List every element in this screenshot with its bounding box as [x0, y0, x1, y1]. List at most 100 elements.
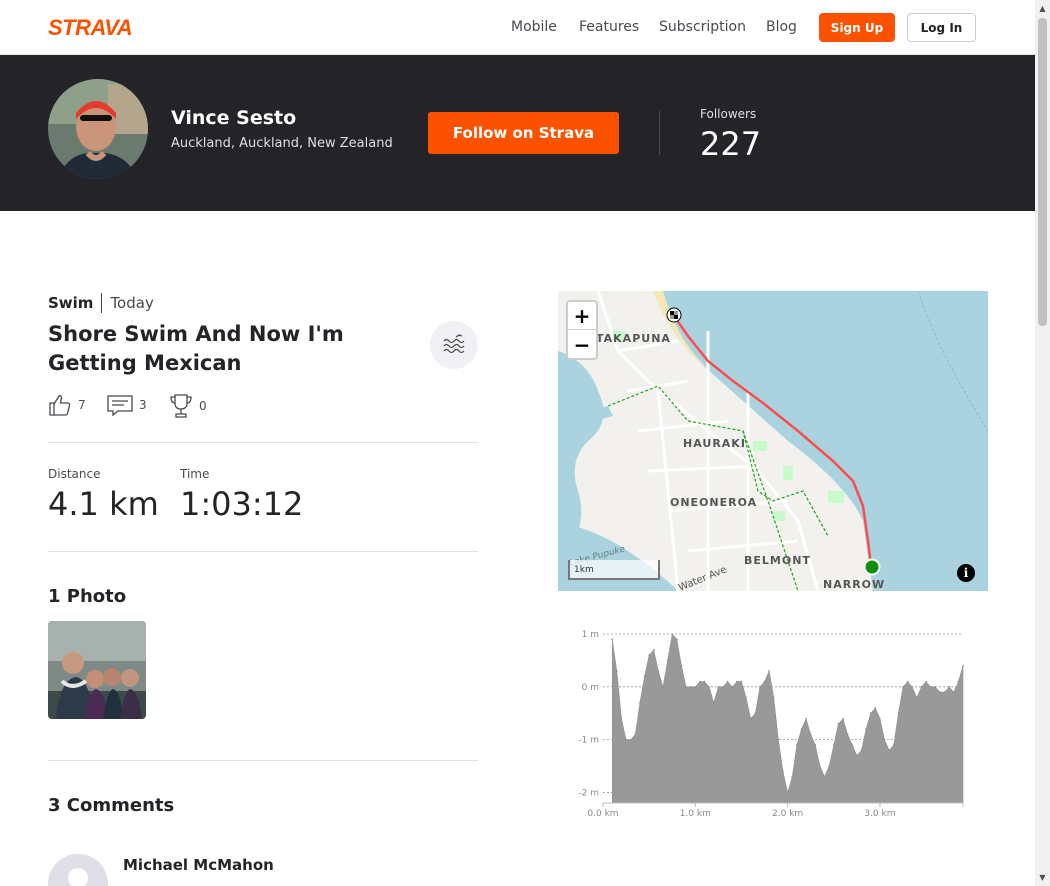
start-marker-icon: [863, 558, 881, 576]
zoom-out-button[interactable]: −: [568, 331, 596, 359]
activity-date: Today: [110, 294, 154, 312]
x-tick-label: 2.0 km: [772, 809, 803, 819]
elevation-point: [796, 744, 798, 746]
elevation-point: [708, 686, 710, 688]
elevation-point: [629, 738, 632, 741]
athlete-avatar[interactable]: [48, 79, 148, 179]
kudos-count: 7: [78, 398, 86, 412]
comments-count: 3: [139, 398, 147, 412]
elevation-point: [717, 686, 720, 688]
elevation-point: [809, 733, 812, 736]
elevation-point: [611, 638, 614, 641]
athlete-name[interactable]: Vince Sesto: [171, 107, 296, 129]
elevation-point: [879, 717, 881, 720]
elevation-area: [611, 633, 964, 804]
elevation-point: [740, 680, 743, 683]
activity-photo[interactable]: [48, 621, 146, 719]
elevation-point: [680, 664, 683, 667]
elevation-point: [625, 738, 627, 741]
elevation-point: [883, 738, 886, 741]
scroll-down-arrow[interactable]: ▼: [1038, 873, 1047, 882]
elevation-point: [916, 696, 918, 699]
nav-link-mobile[interactable]: Mobile: [511, 19, 557, 35]
scrollbar[interactable]: ▲ ▼: [1035, 0, 1050, 886]
nav-link-subscription[interactable]: Subscription: [659, 19, 746, 35]
athlete-header: Vince Sesto Auckland, Auckland, New Zeal…: [0, 55, 1035, 211]
map-zoom-control: + −: [566, 300, 598, 360]
elevation-point: [846, 733, 849, 736]
scroll-thumb[interactable]: [1038, 18, 1047, 326]
elevation-point: [726, 680, 729, 683]
followers-label: Followers: [700, 107, 757, 121]
elevation-point: [689, 686, 692, 688]
commenter-avatar[interactable]: [48, 854, 108, 886]
elevation-point: [782, 770, 784, 773]
elevation-point: [685, 686, 687, 688]
elevation-point: [763, 680, 766, 683]
nav-link-features[interactable]: Features: [579, 19, 639, 35]
x-tick-label: 3.0 km: [864, 809, 895, 819]
nav-link-blog[interactable]: Blog: [766, 19, 797, 35]
elevation-point: [943, 691, 946, 693]
map-label-belmont: BELMONT: [744, 554, 811, 567]
map-label-hauraki: HAURAKI: [683, 437, 746, 450]
elevation-point: [754, 712, 757, 715]
divider: [48, 760, 478, 761]
map-label-oneoneroa: ONEONEROA: [670, 496, 757, 509]
elevation-point: [892, 744, 895, 746]
hero-divider: [659, 111, 660, 155]
elevation-point: [934, 686, 937, 688]
elevation-point: [828, 765, 830, 767]
elevation-point: [819, 765, 821, 767]
distance-value: 4.1 km: [48, 485, 159, 523]
elevation-point: [772, 696, 775, 699]
thumbs-up-icon: [49, 395, 71, 416]
elevation-point: [832, 744, 835, 746]
finish-flag-icon: [666, 307, 682, 323]
comments-heading: 3 Comments: [48, 795, 175, 816]
trophy-icon: [170, 394, 192, 418]
elevation-point: [620, 717, 623, 720]
elevation-point: [694, 686, 697, 688]
follow-button[interactable]: Follow on Strava: [428, 112, 619, 154]
top-navigation: STRAVA Mobile Features Subscription Blog…: [0, 0, 1035, 55]
elevation-point: [939, 691, 941, 693]
swim-sport-icon: [430, 321, 478, 369]
map-label-takapuna: TAKAPUNA: [596, 332, 671, 345]
elevation-point: [703, 680, 706, 683]
map-scale: 1km: [568, 560, 660, 580]
elevation-point: [639, 701, 641, 704]
elevation-point: [856, 754, 858, 757]
scroll-up-arrow[interactable]: ▲: [1038, 4, 1047, 13]
map-info-icon[interactable]: i: [957, 564, 975, 582]
sign-up-button[interactable]: Sign Up: [819, 13, 895, 42]
commenter-name[interactable]: Michael McMahon: [123, 856, 274, 874]
elevation-point: [777, 738, 780, 741]
divider: [48, 442, 478, 443]
elevation-point: [805, 717, 807, 720]
strava-logo[interactable]: STRAVA: [48, 16, 144, 38]
photos-heading: 1 Photo: [48, 586, 127, 607]
map-label-narrow: NARROW: [823, 578, 885, 591]
comments-stat[interactable]: 3: [107, 393, 147, 417]
comment-icon: [107, 395, 133, 417]
elevation-point: [800, 728, 803, 730]
elevation-point: [920, 686, 923, 688]
route-map[interactable]: TAKAPUNA HAURAKI ONEONEROA BELMONT NARRO…: [558, 291, 988, 591]
elevation-point: [823, 775, 826, 778]
elevation-point: [722, 686, 724, 688]
zoom-in-button[interactable]: +: [568, 302, 596, 330]
activity-meta: Swim Today: [48, 293, 154, 313]
followers-count: 227: [700, 125, 762, 163]
elevation-point: [699, 680, 701, 683]
elevation-point: [860, 749, 863, 751]
elevation-point: [616, 670, 618, 672]
elevation-point: [791, 775, 794, 778]
log-in-button[interactable]: Log In: [907, 13, 976, 42]
x-tick-label: 0.0 km: [587, 809, 618, 819]
elevation-point: [957, 680, 960, 683]
elevation-point: [814, 744, 817, 746]
achievements-stat[interactable]: 0: [169, 393, 207, 419]
elevation-point: [759, 686, 761, 688]
kudos-stat[interactable]: 7: [48, 393, 86, 417]
